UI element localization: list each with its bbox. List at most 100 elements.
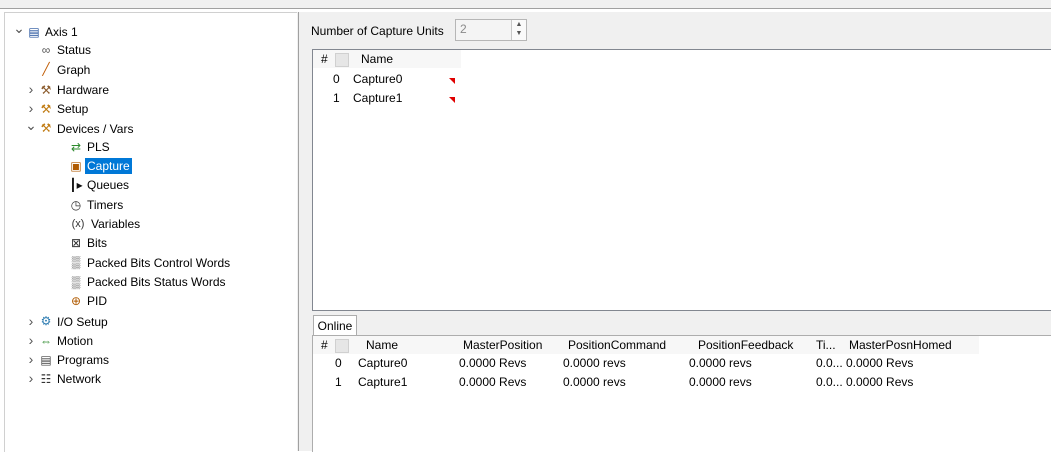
chevron-right-icon[interactable]: › bbox=[25, 331, 37, 350]
tree-item[interactable]: ▣ Capture bbox=[67, 157, 132, 176]
navigation-tree[interactable]: ⌄ ▤ Axis 1 ∞ Status ╱ Graph › ⚒ Hardware › ⚒ Setup ⌄ ⚒… bbox=[4, 12, 298, 452]
tree-item-label: Packed Bits Control Words bbox=[87, 255, 231, 270]
row-time: 0.0... bbox=[816, 356, 843, 370]
tree-item[interactable]: (x) Variables bbox=[67, 215, 142, 234]
window-top-border bbox=[0, 0, 1051, 9]
row-time: 0.0... bbox=[816, 375, 843, 389]
column-header-position-feedback[interactable]: PositionFeedback bbox=[698, 336, 793, 354]
tree-item-label: Queues bbox=[87, 178, 130, 193]
tree-item-label: I/O Setup bbox=[57, 314, 108, 329]
tree-item[interactable]: ⌄ ⚒ Devices / Vars bbox=[25, 116, 135, 138]
pid-icon: ⊕ bbox=[70, 294, 82, 309]
chevron-right-icon[interactable]: › bbox=[25, 80, 37, 99]
tree-item[interactable]: ⊠ Bits bbox=[67, 234, 109, 253]
table-row[interactable]: 1 Capture1 bbox=[313, 89, 463, 108]
capture-list-grid[interactable]: # Name 0 Capture0 1 Capture1 bbox=[312, 49, 1051, 311]
stepper-buttons[interactable]: ▲ ▼ bbox=[511, 20, 526, 40]
row-index: 1 bbox=[335, 375, 342, 389]
row-position-command: 0.0000 revs bbox=[563, 356, 626, 370]
chevron-right-icon[interactable]: › bbox=[25, 312, 37, 331]
row-position-feedback: 0.0000 revs bbox=[689, 356, 752, 370]
tree-item-label: Bits bbox=[87, 236, 108, 251]
tree-item[interactable]: › ⚒ Hardware bbox=[25, 80, 111, 99]
table-row[interactable]: 0 Capture0 0.0000 Revs 0.0000 revs 0.000… bbox=[313, 354, 979, 373]
column-header-master-position[interactable]: MasterPosition bbox=[463, 336, 542, 354]
chevron-down-icon[interactable]: ⌄ bbox=[25, 116, 37, 135]
tree-item-label: Graph bbox=[57, 62, 91, 77]
row-position-command: 0.0000 revs bbox=[563, 375, 626, 389]
queue-icon: ┃▸ bbox=[69, 178, 83, 193]
capture-units-label: Number of Capture Units bbox=[311, 24, 444, 38]
tree-item[interactable]: › ⇔ Motion bbox=[25, 331, 95, 350]
column-header-name[interactable]: Name bbox=[366, 336, 398, 354]
tab-online[interactable]: Online bbox=[313, 315, 357, 336]
capture-list-header: # Name bbox=[313, 50, 461, 68]
capture-units-value: 2 bbox=[460, 22, 467, 36]
chevron-down-icon[interactable]: ⌄ bbox=[13, 19, 25, 38]
row-master-position: 0.0000 Revs bbox=[459, 375, 527, 389]
packed-bits-icon: ▒ bbox=[71, 274, 81, 289]
select-all-icon[interactable] bbox=[335, 339, 349, 353]
variable-icon: (x) bbox=[71, 217, 85, 230]
network-icon: ☷ bbox=[40, 372, 52, 387]
tree-item-label: PID bbox=[87, 294, 108, 309]
tree-item[interactable]: ⇄ PLS bbox=[67, 138, 112, 157]
row-master-position: 0.0000 Revs bbox=[459, 356, 527, 370]
tree-item-label: Axis 1 bbox=[45, 25, 78, 39]
online-values-grid[interactable]: # Name MasterPosition PositionCommand Po… bbox=[312, 335, 1051, 452]
packed-bits-icon: ▒ bbox=[71, 255, 81, 270]
status-icon: ∞ bbox=[41, 43, 51, 58]
tree-item[interactable]: ⊕ PID bbox=[67, 292, 109, 311]
tree-item-label: Network bbox=[57, 372, 102, 387]
tree-item[interactable]: ╱ Graph bbox=[25, 61, 92, 80]
tree-item-label: Variables bbox=[91, 217, 141, 231]
row-index: 0 bbox=[333, 72, 340, 86]
table-row[interactable]: 0 Capture0 bbox=[313, 70, 463, 89]
tree-item[interactable]: ▒ Packed Bits Control Words bbox=[67, 254, 232, 273]
row-master-posn-homed: 0.0000 Revs bbox=[846, 375, 914, 389]
graph-icon: ╱ bbox=[42, 62, 50, 77]
tree-item-label: Capture bbox=[85, 158, 132, 175]
row-index: 0 bbox=[335, 356, 342, 370]
tree-item[interactable]: ∞ Status bbox=[25, 41, 93, 60]
tree-item[interactable]: ┃▸ Queues bbox=[67, 176, 131, 195]
capture-panel: Number of Capture Units 2 ▲ ▼ # Name 0 C… bbox=[305, 12, 1051, 452]
program-icon: ▤ bbox=[40, 352, 52, 367]
row-master-posn-homed: 0.0000 Revs bbox=[846, 356, 914, 370]
stepper-down-icon[interactable]: ▼ bbox=[512, 29, 526, 38]
tree-item[interactable]: ▒ Packed Bits Status Words bbox=[67, 273, 228, 292]
stepper-up-icon[interactable]: ▲ bbox=[512, 20, 526, 29]
capture-units-stepper[interactable]: 2 ▲ ▼ bbox=[455, 19, 527, 41]
hammer-icon: ⚒ bbox=[40, 82, 52, 97]
select-all-icon[interactable] bbox=[335, 53, 349, 67]
axis-icon: ▤ bbox=[28, 24, 40, 39]
chevron-right-icon[interactable]: › bbox=[25, 369, 37, 388]
bits-icon: ⊠ bbox=[70, 236, 82, 251]
tree-item[interactable]: ◷ Timers bbox=[67, 196, 125, 215]
column-header-master-posn-homed[interactable]: MasterPosnHomed bbox=[849, 336, 952, 354]
tree-item[interactable]: › ⚙ I/O Setup bbox=[25, 312, 110, 331]
tree-item-label: Timers bbox=[87, 197, 124, 212]
tree-item-label: Programs bbox=[57, 353, 110, 368]
tree-item-label: PLS bbox=[87, 139, 110, 154]
tree-item[interactable]: ⌄ ▤ Axis 1 bbox=[13, 19, 80, 41]
column-header-position-command[interactable]: PositionCommand bbox=[568, 336, 666, 354]
modified-marker-icon bbox=[449, 97, 455, 103]
pane-splitter[interactable] bbox=[297, 12, 305, 451]
column-header-name[interactable]: Name bbox=[361, 50, 393, 68]
column-header-index[interactable]: # bbox=[321, 50, 328, 68]
chevron-right-icon[interactable]: › bbox=[25, 350, 37, 369]
tree-item-label: Motion bbox=[57, 333, 94, 348]
motion-icon: ⇔ bbox=[40, 333, 52, 348]
tools-icon: ⚒ bbox=[40, 121, 52, 136]
io-icon: ⚙ bbox=[40, 314, 52, 329]
tree-item[interactable]: › ▤ Programs bbox=[25, 350, 111, 369]
column-header-time[interactable]: Ti... bbox=[816, 336, 836, 354]
tree-item-label: Hardware bbox=[57, 82, 110, 97]
column-header-index[interactable]: # bbox=[321, 336, 328, 354]
table-row[interactable]: 1 Capture1 0.0000 Revs 0.0000 revs 0.000… bbox=[313, 373, 979, 392]
tree-item-label: Status bbox=[57, 43, 92, 58]
tree-item[interactable]: › ☷ Network bbox=[25, 369, 103, 388]
modified-marker-icon bbox=[449, 78, 455, 84]
camera-icon: ▣ bbox=[70, 158, 82, 173]
